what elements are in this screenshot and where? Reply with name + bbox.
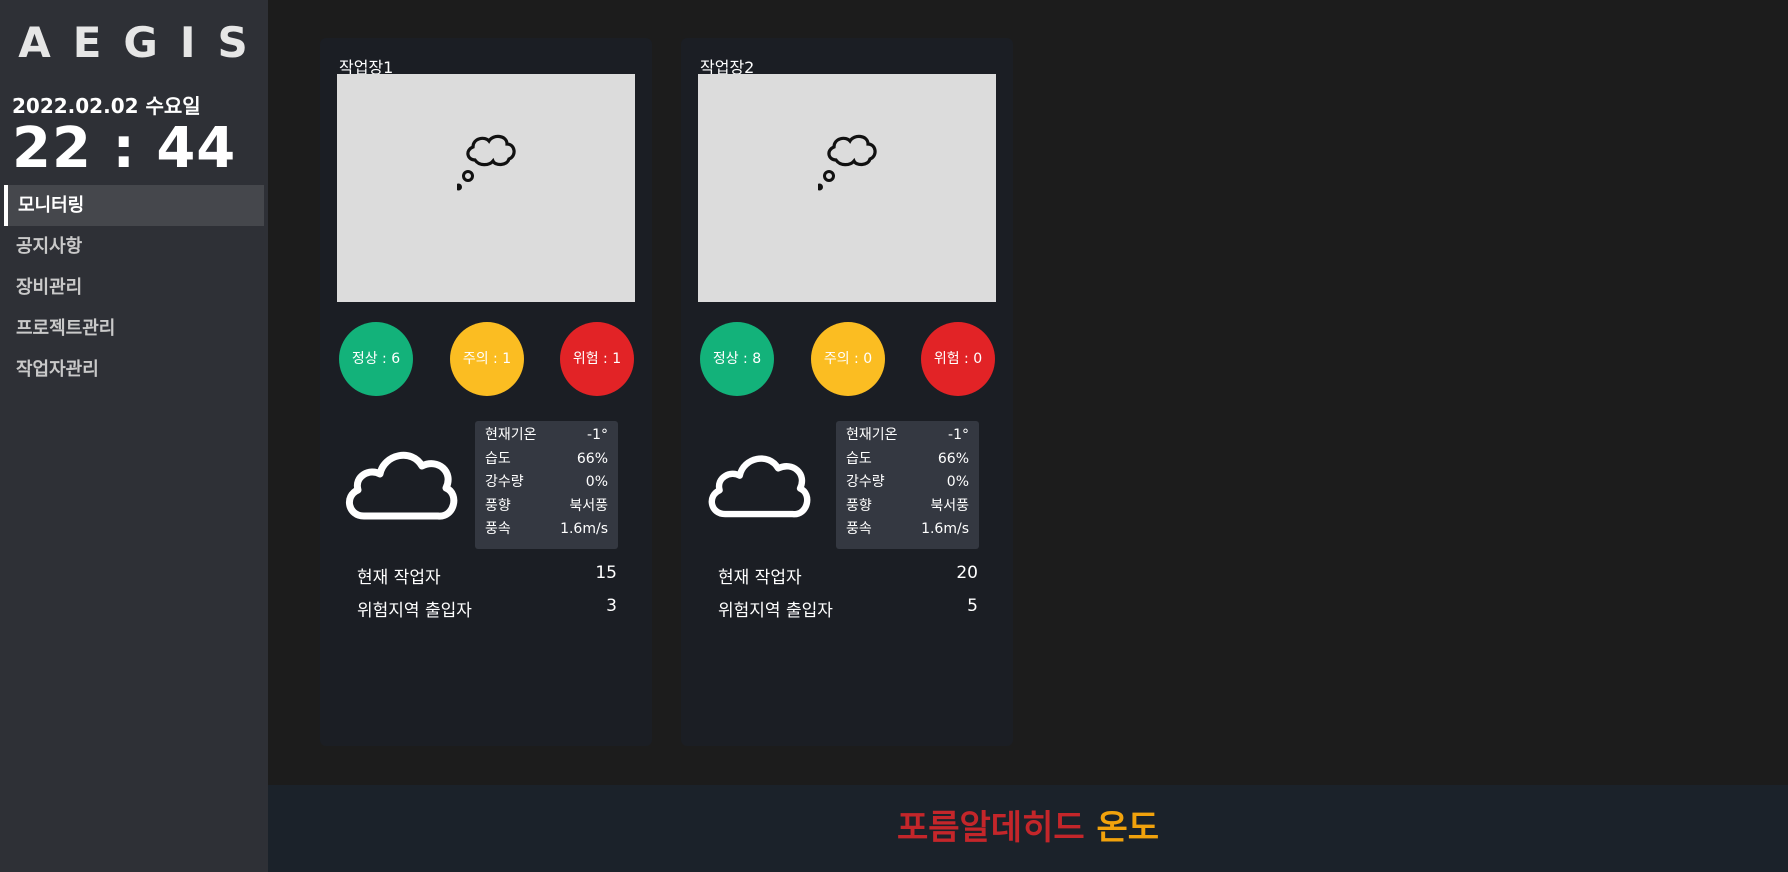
weather-label: 풍향 [846,497,872,514]
status-normal-badge[interactable]: 정상 : 6 [339,322,413,396]
weather-value: -1° [587,427,608,443]
stat-value: 15 [595,563,617,583]
weather-value: 66% [937,450,969,467]
alert-footer: 포름알데히드 온도 [268,785,1788,872]
camera-view[interactable] [698,74,996,302]
stat-label: 위험지역 출입자 [357,601,472,621]
site-card-2[interactable]: 작업장2 정상 : 8 주의 : 0 위험 : 0 현재기온 -1° 습도 66% … [681,38,1013,746]
weather-row: 현재기온 -1° [836,424,979,448]
camera-view[interactable] [337,74,635,302]
weather-row: 습도 66% [475,448,618,472]
date-display: 2022.02.02 수요일 [12,90,201,119]
weather-label: 습도 [846,450,872,467]
weather-label: 풍속 [846,521,872,537]
stat-value: 3 [606,596,617,616]
site-card-1[interactable]: 작업장1 정상 : 6 주의 : 1 위험 : 1 현재기온 -1° 습도 66% … [320,38,652,746]
weather-row: 습도 66% [836,448,979,472]
weather-value: 북서풍 [930,497,969,514]
current-workers-row: 현재 작업자 15 [357,563,617,588]
stat-value: 5 [967,596,978,616]
danger-zone-entrants-row: 위험지역 출입자 5 [718,596,978,621]
clock-display: 22 : 44 [12,116,236,181]
alert-temperature: 온도 [1096,808,1160,848]
weather-table: 현재기온 -1° 습도 66% 강수량 0% 풍향 북서풍 풍속 1.6m/s [836,421,979,549]
status-normal-badge[interactable]: 정상 : 8 [700,322,774,396]
thought-bubble-icon [818,134,877,191]
weather-value: 0% [585,474,608,490]
weather-row: 풍향 북서풍 [836,495,979,519]
weather-row: 현재기온 -1° [475,424,618,448]
status-danger-badge[interactable]: 위험 : 0 [921,322,995,396]
clock-hour: 22 [12,116,92,181]
sidebar: AEGIS 2022.02.02 수요일 22 : 44 모니터링 공지사항 장… [0,0,268,872]
weather-row: 풍향 북서풍 [475,495,618,519]
sidebar-item-monitoring[interactable]: 모니터링 [4,185,264,226]
weather-value: 0% [946,474,969,490]
weather-row: 풍속 1.6m/s [475,518,618,542]
clock-minute: 44 [156,116,237,181]
weather-value: 66% [576,450,608,467]
weather-label: 풍향 [485,497,511,514]
app-logo: AEGIS [18,18,270,67]
weekday-text: 수요일 [145,94,201,118]
cloud-icon [708,455,811,518]
sidebar-item-notices[interactable]: 공지사항 [4,226,264,267]
cloud-icon [346,451,458,520]
clock-separator: : [112,116,136,181]
weather-row: 풍속 1.6m/s [836,518,979,542]
current-workers-row: 현재 작업자 20 [718,563,978,588]
weather-value: -1° [948,427,969,443]
weather-row: 강수량 0% [836,471,979,495]
sidebar-item-projects[interactable]: 프로젝트관리 [4,308,264,349]
weather-label: 습도 [485,450,511,467]
danger-zone-entrants-row: 위험지역 출입자 3 [357,596,617,621]
weather-value: 1.6m/s [921,521,969,537]
weather-value: 북서풍 [569,497,608,514]
weather-label: 풍속 [485,521,511,537]
sidebar-item-workers[interactable]: 작업자관리 [4,349,264,390]
date-text: 2022.02.02 [12,94,139,118]
sidebar-nav: 모니터링 공지사항 장비관리 프로젝트관리 작업자관리 [4,185,264,390]
weather-table: 현재기온 -1° 습도 66% 강수량 0% 풍향 북서풍 풍속 1.6m/s [475,421,618,549]
status-caution-badge[interactable]: 주의 : 0 [811,322,885,396]
stat-label: 현재 작업자 [357,568,441,588]
sidebar-item-equipment[interactable]: 장비관리 [4,267,264,308]
weather-label: 강수량 [485,474,524,490]
stat-label: 위험지역 출입자 [718,601,833,621]
weather-value: 1.6m/s [560,521,608,537]
stat-label: 현재 작업자 [718,568,802,588]
status-danger-badge[interactable]: 위험 : 1 [560,322,634,396]
alert-ticker: 포름알데히드 온도 [268,785,1788,872]
stat-value: 20 [956,563,978,583]
weather-row: 강수량 0% [475,471,618,495]
thought-bubble-icon [457,134,516,191]
weather-label: 현재기온 [485,427,537,443]
weather-label: 강수량 [846,474,885,490]
alert-formaldehyde: 포름알데히드 [896,808,1085,848]
weather-label: 현재기온 [846,427,898,443]
main-content: 작업장1 정상 : 6 주의 : 1 위험 : 1 현재기온 -1° 습도 66% … [268,0,1788,785]
status-caution-badge[interactable]: 주의 : 1 [450,322,524,396]
